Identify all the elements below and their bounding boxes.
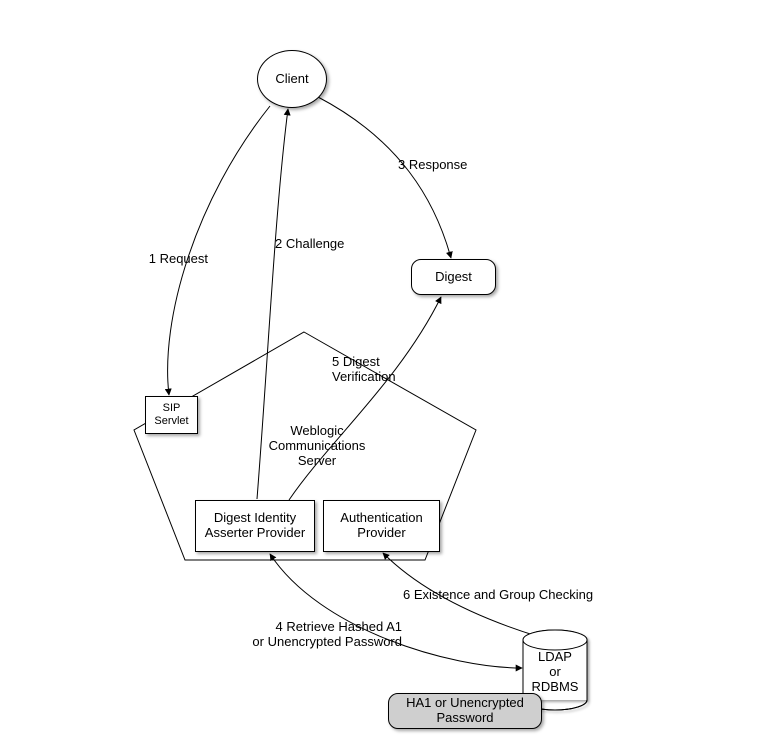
edge-verify [289, 297, 441, 500]
request-label: 1 Request [118, 252, 208, 267]
client-node: Client [257, 50, 327, 108]
ha1-node: HA1 or Unencrypted Password [388, 693, 542, 729]
challenge-label: 2 Challenge [275, 237, 375, 252]
diagram-canvas: Client Digest SIP Servlet Digest Identit… [0, 0, 784, 752]
digest-identity-label: Digest Identity Asserter Provider [196, 511, 314, 541]
auth-provider-node: Authentication Provider [323, 500, 440, 552]
edge-response [318, 97, 451, 258]
edge-retrieve [270, 554, 522, 668]
digest-label: Digest [435, 270, 472, 285]
verify-label: 5 Digest Verification [332, 355, 442, 385]
sip-servlet-node: SIP Servlet [145, 396, 198, 434]
existence-label: 6 Existence and Group Checking [403, 588, 633, 603]
auth-provider-label: Authentication Provider [324, 511, 439, 541]
digest-identity-node: Digest Identity Asserter Provider [195, 500, 315, 552]
sip-servlet-label: SIP Servlet [146, 402, 197, 427]
ha1-label: HA1 or Unencrypted Password [389, 696, 541, 726]
retrieve-label: 4 Retrieve Hashed A1 or Unencrypted Pass… [212, 620, 402, 650]
ldap-label: LDAP or RDBMS [523, 650, 587, 695]
wcs-label: Weblogic Communications Server [252, 424, 382, 469]
response-label: 3 Response [398, 158, 498, 173]
digest-node: Digest [411, 259, 496, 295]
client-label: Client [275, 72, 308, 87]
